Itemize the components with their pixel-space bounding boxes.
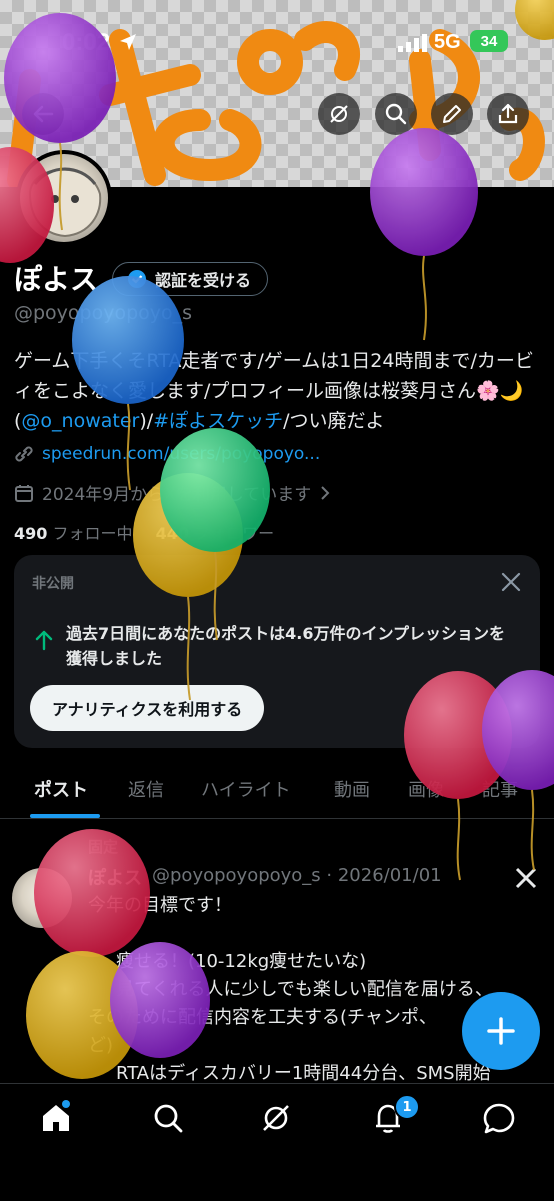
post-avatar[interactable] xyxy=(12,868,72,928)
impression-message: 過去7日間にあなたのポストは4.6万件のインプレッションを獲得しました xyxy=(66,624,505,668)
nav-home[interactable] xyxy=(40,1100,72,1138)
following-label: フォロー中 xyxy=(52,524,133,543)
close-icon[interactable] xyxy=(500,571,522,593)
share-icon xyxy=(498,103,518,124)
profile-name: ぽよス xyxy=(14,263,99,296)
profile-bio: ゲーム下手くそRTA走者です/ゲームは1日24時間まで/カービィをこよなく愛しま… xyxy=(14,346,540,436)
post-line: 今年の目標です！ xyxy=(88,895,232,916)
back-arrow-icon xyxy=(33,105,54,123)
location-icon xyxy=(120,34,136,50)
tab-photos[interactable]: 画像 xyxy=(408,776,444,802)
get-verified-button[interactable]: 認証を受ける xyxy=(112,262,269,296)
avatar[interactable] xyxy=(16,150,112,246)
search-icon[interactable] xyxy=(152,1102,184,1134)
signal-icon xyxy=(398,34,427,52)
battery-indicator: 34 xyxy=(470,30,508,52)
share-button[interactable] xyxy=(487,93,529,135)
grok-button[interactable] xyxy=(318,93,360,135)
chevron-right-icon[interactable] xyxy=(319,485,331,501)
website-link[interactable]: speedrun.com/users/poyopoyo... xyxy=(42,444,320,464)
bio-text: /つい廃だよ xyxy=(283,410,385,432)
joined-date: 2024年9月からXを利用しています xyxy=(42,485,312,505)
status-time: 0:02 xyxy=(62,29,111,56)
following-link[interactable]: 490 フォロー中 xyxy=(14,524,133,543)
joined-row: 2024年9月からXを利用しています xyxy=(14,480,331,505)
private-analytics-card: 非公開 過去7日間にあなたのポストは4.6万件のインプレッションを獲得しました … xyxy=(14,555,540,748)
tab-replies[interactable]: 返信 xyxy=(128,776,164,802)
bio-text: )/ xyxy=(139,410,154,432)
tab-articles[interactable]: 記事 xyxy=(482,776,518,802)
home-unread-dot xyxy=(62,1100,70,1108)
grok-icon[interactable] xyxy=(260,1102,292,1134)
followers-label: フォロワー xyxy=(194,524,275,543)
post-handle-date: @poyopoyopoyo_s · 2026/01/01 xyxy=(152,865,442,886)
private-label: 非公開 xyxy=(32,576,74,592)
plus-icon xyxy=(487,1017,515,1045)
followers-count: 440 xyxy=(155,524,190,543)
profile-handle: @poyopoyopoyo_s xyxy=(14,302,193,324)
back-button[interactable] xyxy=(22,93,64,135)
pinned-label: 固定 xyxy=(88,838,119,856)
follow-counts: 490 フォロー中 440 フォロワー xyxy=(14,520,274,544)
followers-link[interactable]: 440 フォロワー xyxy=(156,524,275,543)
avatar-artwork xyxy=(29,167,102,238)
link-icon xyxy=(15,446,33,462)
notification-badge: 1 xyxy=(394,1094,420,1120)
post-line: 痩せる！(10-12kg痩せたいな) xyxy=(116,951,367,972)
search-button[interactable] xyxy=(375,93,417,135)
bottom-navigation: 1 xyxy=(0,1083,554,1201)
following-count: 490 xyxy=(14,524,48,543)
messages-icon[interactable] xyxy=(482,1102,516,1134)
calendar-icon xyxy=(15,484,33,502)
nav-notifications[interactable]: 1 xyxy=(372,1094,420,1138)
tab-posts[interactable]: ポスト xyxy=(34,776,88,802)
grok-icon xyxy=(330,105,348,123)
tab-videos[interactable]: 動画 xyxy=(334,776,370,802)
profile-tabs: ポスト 返信 ハイライト 動画 画像 記事 xyxy=(0,760,554,819)
bio-hashtag-link[interactable]: #ぽよスケッチ xyxy=(153,410,283,432)
verified-badge-icon xyxy=(128,270,146,288)
compose-post-button[interactable] xyxy=(462,992,540,1070)
active-tab-indicator xyxy=(30,814,100,818)
search-icon xyxy=(385,103,407,125)
status-bar: 0:02 5G 34 xyxy=(0,0,554,80)
up-arrow-icon xyxy=(35,630,53,651)
edit-icon xyxy=(443,105,461,123)
get-verified-label: 認証を受ける xyxy=(155,271,252,290)
post-author: ぽよス xyxy=(88,868,142,889)
battery-level: 34 xyxy=(480,32,498,50)
x-logo-icon xyxy=(515,867,537,889)
edit-button[interactable] xyxy=(431,93,473,135)
analytics-button[interactable]: アナリティクスを利用する xyxy=(30,685,265,731)
website-row: speedrun.com/users/poyopoyo... xyxy=(14,444,320,464)
bio-mention-link[interactable]: @o_nowater xyxy=(21,410,139,432)
network-label: 5G xyxy=(434,31,461,53)
tab-highlights[interactable]: ハイライト xyxy=(201,776,291,802)
